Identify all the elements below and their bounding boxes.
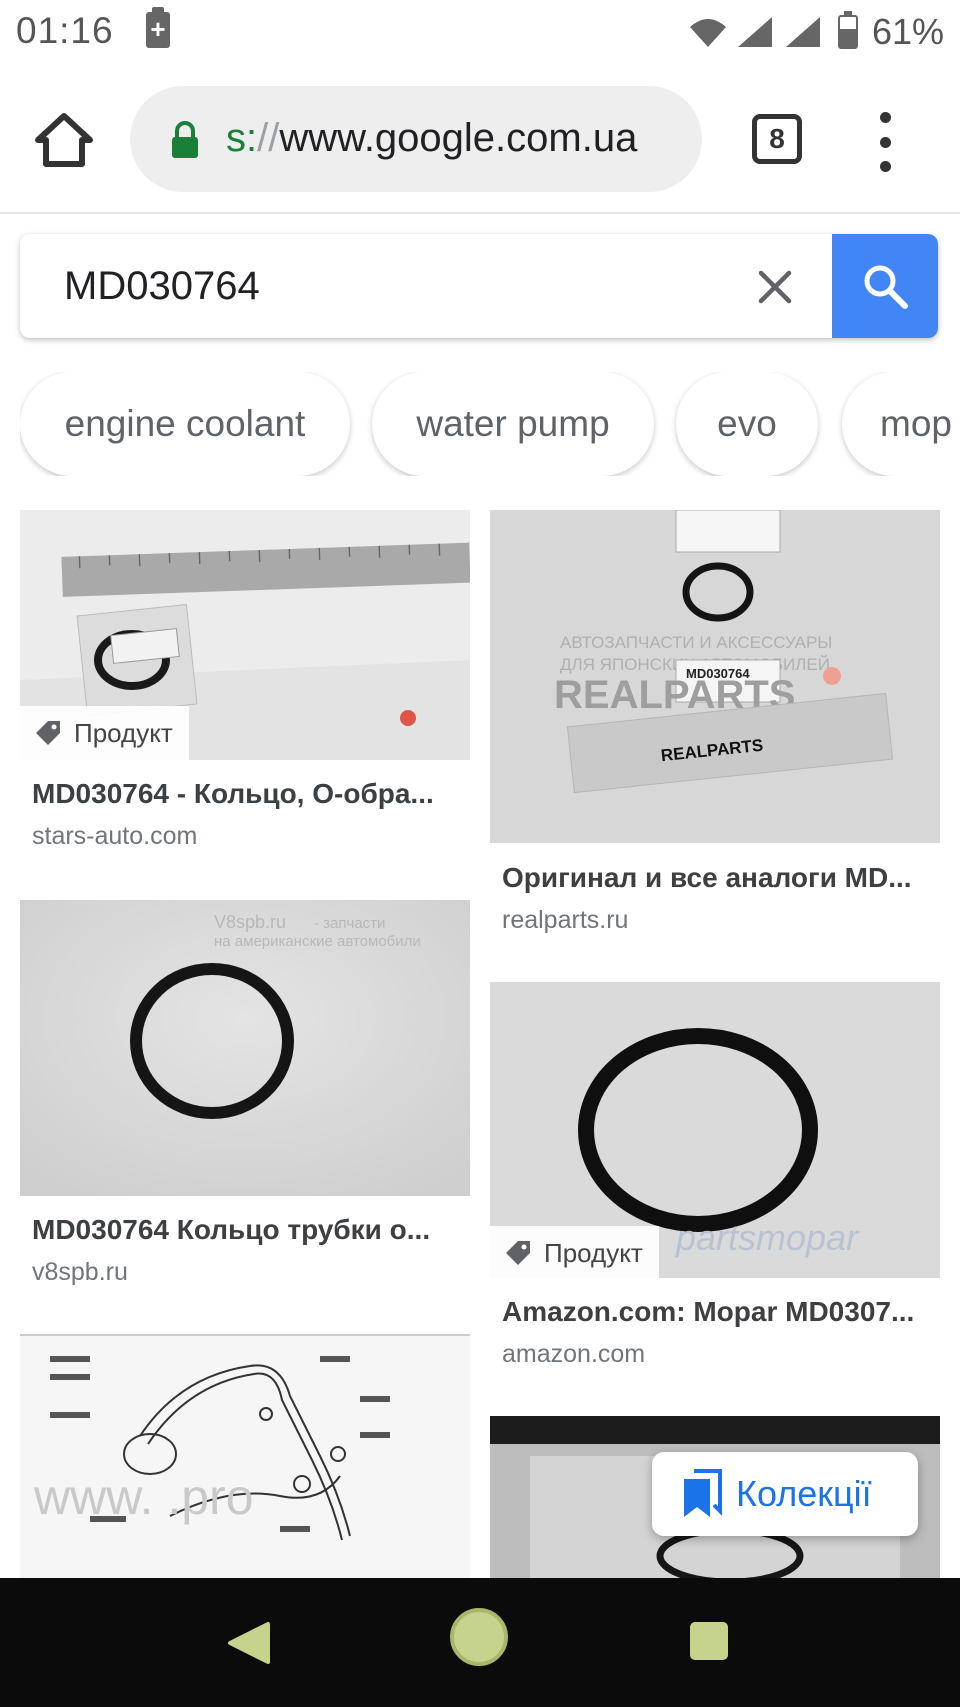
product-badge: Продукт (490, 1226, 659, 1280)
result-source: v8spb.ru (32, 1258, 128, 1286)
result-card[interactable]: V8spb.ru - запчасти на американские авто… (20, 900, 470, 1300)
url-scheme: s: (226, 116, 258, 160)
chip-evo[interactable]: evo (676, 372, 818, 476)
watermark-text: АВТОЗАПЧАСТИ И АКСЕССУАРЫ (560, 633, 832, 652)
result-image[interactable]: АВТОЗАПЧАСТИ И АКСЕССУАРЫ ДЛЯ ЯПОНСКИХ А… (490, 510, 940, 843)
signal-icon (737, 17, 772, 47)
tag-icon (506, 1241, 530, 1265)
screen: 01:16 + 61% s://www.google.com.ua 8 MD03… (0, 0, 960, 1707)
battery-icon (837, 11, 858, 49)
watermark-text: V8spb.ru (214, 912, 286, 932)
url-host: www.google.com.ua (279, 116, 638, 160)
status-icons: 61% (688, 10, 944, 54)
collections-label: Колекції (736, 1473, 872, 1514)
chip-water-pump[interactable]: water pump (372, 372, 654, 476)
result-card[interactable]: partsmopar Продукт Amazon.com: Mopar MD0… (490, 982, 940, 1372)
result-image[interactable]: V8spb.ru - запчасти на американские авто… (20, 900, 470, 1196)
wifi-icon (689, 19, 726, 47)
clock: 01:16 (16, 10, 114, 51)
result-title[interactable]: MD030764 - Кольцо, О-обра... (32, 778, 462, 810)
overflow-menu-button[interactable] (870, 112, 900, 172)
lock-icon (172, 121, 198, 158)
tab-switcher-button[interactable]: 8 (752, 114, 802, 164)
status-bar: 01:16 + 61% (0, 0, 960, 68)
v8spb-oring-photo: V8spb.ru - запчасти на американские авто… (20, 900, 470, 1196)
browser-toolbar: s://www.google.com.ua 8 (0, 68, 960, 214)
collections-button[interactable]: Колекції (652, 1452, 918, 1536)
search-button[interactable] (832, 234, 938, 338)
result-source: realparts.ru (502, 906, 629, 934)
result-source: amazon.com (502, 1340, 646, 1368)
system-nav-bar (0, 1578, 960, 1707)
watermark-text: www. .pro (33, 1469, 254, 1525)
recent-apps-button[interactable] (690, 1622, 728, 1660)
product-badge-label: Продукт (74, 717, 173, 748)
clear-search-button[interactable] (750, 262, 800, 312)
address-bar[interactable]: s://www.google.com.ua (130, 86, 702, 192)
result-source: stars-auto.com (32, 822, 198, 850)
chip-mop[interactable]: mop (842, 372, 960, 476)
suggestion-chips: engine coolant water pump evo mop (20, 372, 960, 476)
close-icon (758, 270, 792, 304)
battery-percent: 61% (871, 11, 944, 52)
parts-diagram-image: www. .pro (20, 1336, 470, 1578)
result-card[interactable]: АВТОЗАПЧАСТИ И АКСЕССУАРЫ ДЛЯ ЯПОНСКИХ А… (490, 510, 940, 934)
back-icon[interactable] (226, 1620, 272, 1666)
result-card[interactable]: Продукт MD030764 - Кольцо, О-обра... sta… (20, 510, 470, 850)
signal-icon-2 (785, 17, 820, 47)
home-icon (35, 113, 93, 167)
product-badge-label: Продукт (544, 1237, 643, 1268)
result-title[interactable]: MD030764 Кольцо трубки о... (32, 1214, 462, 1246)
result-card[interactable]: www. .pro (20, 1334, 470, 1578)
tag-icon (36, 721, 60, 745)
result-title[interactable]: Amazon.com: Mopar MD0307... (502, 1296, 932, 1328)
result-image[interactable]: www. .pro (20, 1334, 470, 1578)
watermark-text: - запчасти (314, 915, 385, 932)
battery-saver-icon: + (146, 7, 170, 48)
chip-engine-coolant[interactable]: engine coolant (20, 372, 350, 476)
product-badge: Продукт (20, 706, 189, 760)
url-separator: // (257, 116, 280, 160)
result-title[interactable]: Оригинал и все аналоги MD... (502, 862, 932, 894)
realparts-oring-photo: АВТОЗАПЧАСТИ И АКСЕССУАРЫ ДЛЯ ЯПОНСКИХ А… (490, 510, 940, 843)
home-button[interactable] (30, 106, 98, 174)
url-text: s://www.google.com.ua (226, 116, 637, 161)
watermark-text: на американские автомобили (214, 933, 421, 950)
home-nav-button[interactable] (450, 1608, 508, 1666)
search-box (20, 234, 938, 338)
watermark-text: partsmopar (675, 1217, 860, 1258)
search-input[interactable] (64, 264, 664, 309)
search-icon (864, 265, 908, 309)
bookmark-icon (684, 1469, 722, 1517)
